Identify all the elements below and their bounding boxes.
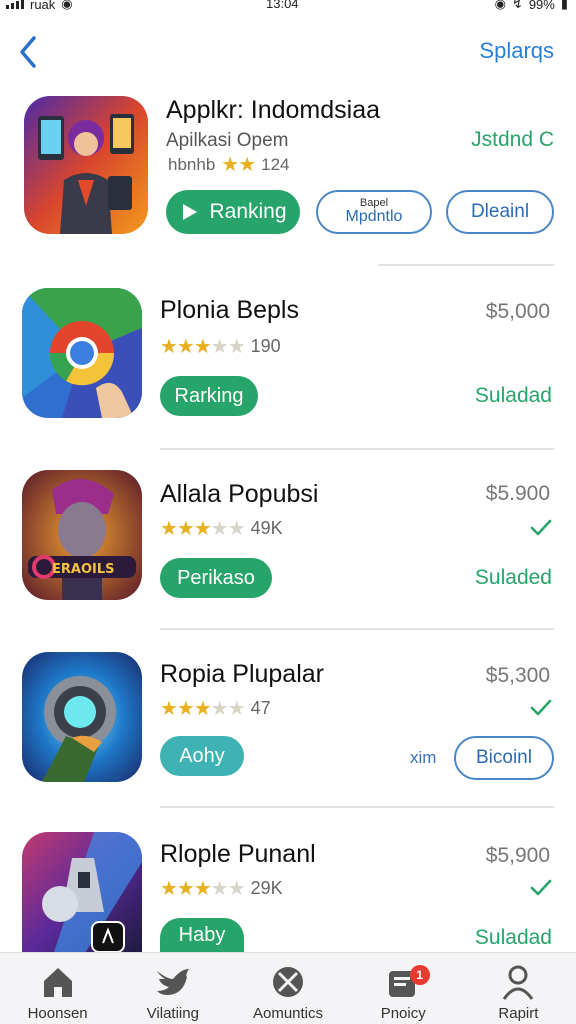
notification-badge: 1 (409, 965, 430, 985)
signal-icon (6, 0, 24, 9)
app-rating-count: 49K (250, 518, 283, 538)
tab-label: Hoonsen (27, 1005, 88, 1022)
chevron-left-icon (20, 36, 36, 68)
app-rating-count: 190 (250, 336, 281, 356)
status-time: 13:04 (266, 0, 299, 11)
tab-label: Rapirt (498, 1005, 539, 1022)
featured-app-icon[interactable] (24, 96, 148, 234)
app-row[interactable]: ERAOILS Allala Popubsi ★★★★★ 49K $5.900 … (0, 468, 576, 628)
app-download-button[interactable]: Bicoinl (454, 736, 554, 780)
checkmark-icon (530, 879, 552, 896)
tab-home[interactable]: Hoonsen (0, 953, 115, 1024)
app-row[interactable]: Rlople Punanl ★★★★★ 29K $5,900 Haby Sula… (0, 826, 576, 958)
carrier-label: ruak (30, 0, 56, 12)
app-rating-count: 47 (250, 698, 271, 718)
app-action-button[interactable]: Rarking (160, 376, 258, 416)
checkmark-icon (530, 699, 552, 716)
featured-ranking-label: Ranking (209, 200, 287, 223)
featured-secondary-button[interactable]: Bapel Mpdntlo (316, 190, 432, 234)
app-rating: ★★★★★ 29K (160, 876, 283, 901)
tab-policy[interactable]: 1 Pnoicy (346, 953, 461, 1024)
app-row[interactable]: Plonia Bepls ★★★★★ 190 $5,000 Rarking Su… (0, 284, 576, 448)
tab-trending[interactable]: Vilatiing (115, 953, 230, 1024)
divider (160, 448, 554, 450)
checkmark-icon (530, 519, 552, 536)
back-button[interactable] (14, 32, 44, 72)
bluetooth-icon: ↯ (511, 0, 523, 11)
tab-label: Vilatiing (146, 1005, 199, 1022)
featured-rating-count: 124 (261, 154, 290, 174)
app-status: Suladed (474, 566, 552, 589)
tab-bar: Hoonsen Vilatiing Aomuntics 1 Pnoicy Rap… (0, 952, 576, 1024)
app-rating-count: 29K (250, 878, 283, 898)
app-action-button[interactable]: Perikaso (160, 558, 272, 598)
home-icon (43, 968, 72, 997)
tab-report[interactable]: Rapirt (461, 953, 576, 1024)
star-rating-icon: ★★ (221, 154, 256, 176)
app-rating: ★★★★★ 47 (160, 696, 271, 721)
svg-text:ERAOILS: ERAOILS (52, 562, 115, 577)
play-icon (183, 204, 198, 220)
star-rating-icon: ★★★★★ (160, 878, 246, 900)
featured-rating-prefix: hbnhb (168, 154, 216, 174)
app-icon-lens[interactable] (22, 652, 142, 782)
compass-icon (273, 967, 303, 997)
featured-app[interactable]: Applkr: Indomdsiaa Apilkasi Opem hbnhb ★… (0, 92, 576, 262)
person-icon (503, 965, 534, 1000)
tab-label: Pnoicy (380, 1005, 426, 1022)
app-price: $5,900 (485, 844, 550, 867)
divider (160, 628, 554, 630)
app-row[interactable]: Ropia Plupalar ★★★★★ 47 $5,300 Aohy xim … (0, 648, 576, 808)
tab-analytics[interactable]: Aomuntics (230, 953, 345, 1024)
app-extra-label: xim (410, 748, 437, 767)
status-bar: ruak ◉ 13:04 ◉ ↯ 99% ▮ (0, 0, 576, 14)
divider (160, 806, 554, 808)
star-rating-icon: ★★★★★ (160, 698, 246, 720)
bird-icon (156, 969, 189, 995)
featured-ranking-button[interactable]: Ranking (166, 190, 300, 234)
app-title: Allala Popubsi (160, 480, 319, 508)
app-rating: ★★★★★ 190 (160, 334, 281, 359)
nav-bar: Splarqs (0, 22, 576, 82)
app-title: Plonia Bepls (160, 296, 299, 324)
battery-label: 99% (528, 0, 555, 12)
app-status: Suladad (474, 926, 552, 949)
app-icon-rocket[interactable] (22, 832, 142, 958)
featured-subtitle: Apilkasi Opem (166, 130, 289, 151)
app-action-button[interactable]: Aohy (160, 736, 244, 776)
app-price: $5,300 (485, 664, 550, 687)
app-icon-game[interactable]: ERAOILS (22, 470, 142, 600)
featured-status: Jstdnd C (471, 128, 554, 151)
featured-download-button[interactable]: Dleainl (446, 190, 554, 234)
status-right: ◉ ↯ 99% ▮ (495, 0, 568, 12)
app-rating: ★★★★★ 49K (160, 516, 283, 541)
tab-label: Aomuntics (252, 1005, 324, 1022)
star-rating-icon: ★★★★★ (160, 518, 246, 540)
star-rating-icon: ★★★★★ (160, 336, 246, 358)
app-action-button[interactable]: Haby (160, 918, 244, 952)
app-status: Suladad (474, 384, 552, 407)
app-title: Ropia Plupalar (160, 660, 324, 688)
app-icon-browser[interactable] (22, 288, 142, 418)
app-price: $5.900 (485, 482, 550, 505)
featured-title: Applkr: Indomdsiaa (166, 96, 381, 124)
nav-action-link[interactable]: Splarqs (479, 38, 554, 64)
divider (378, 264, 554, 266)
status-left: ruak ◉ (6, 0, 73, 12)
battery-icon: ▮ (560, 0, 568, 11)
wifi-icon: ◉ (61, 0, 73, 11)
featured-rating: hbnhb ★★ 124 (168, 152, 290, 177)
featured-secondary-bottom: Mpdntlo (345, 208, 403, 226)
app-price: $5,000 (485, 300, 550, 323)
location-icon: ◉ (494, 0, 506, 11)
app-title: Rlople Punanl (160, 840, 316, 868)
